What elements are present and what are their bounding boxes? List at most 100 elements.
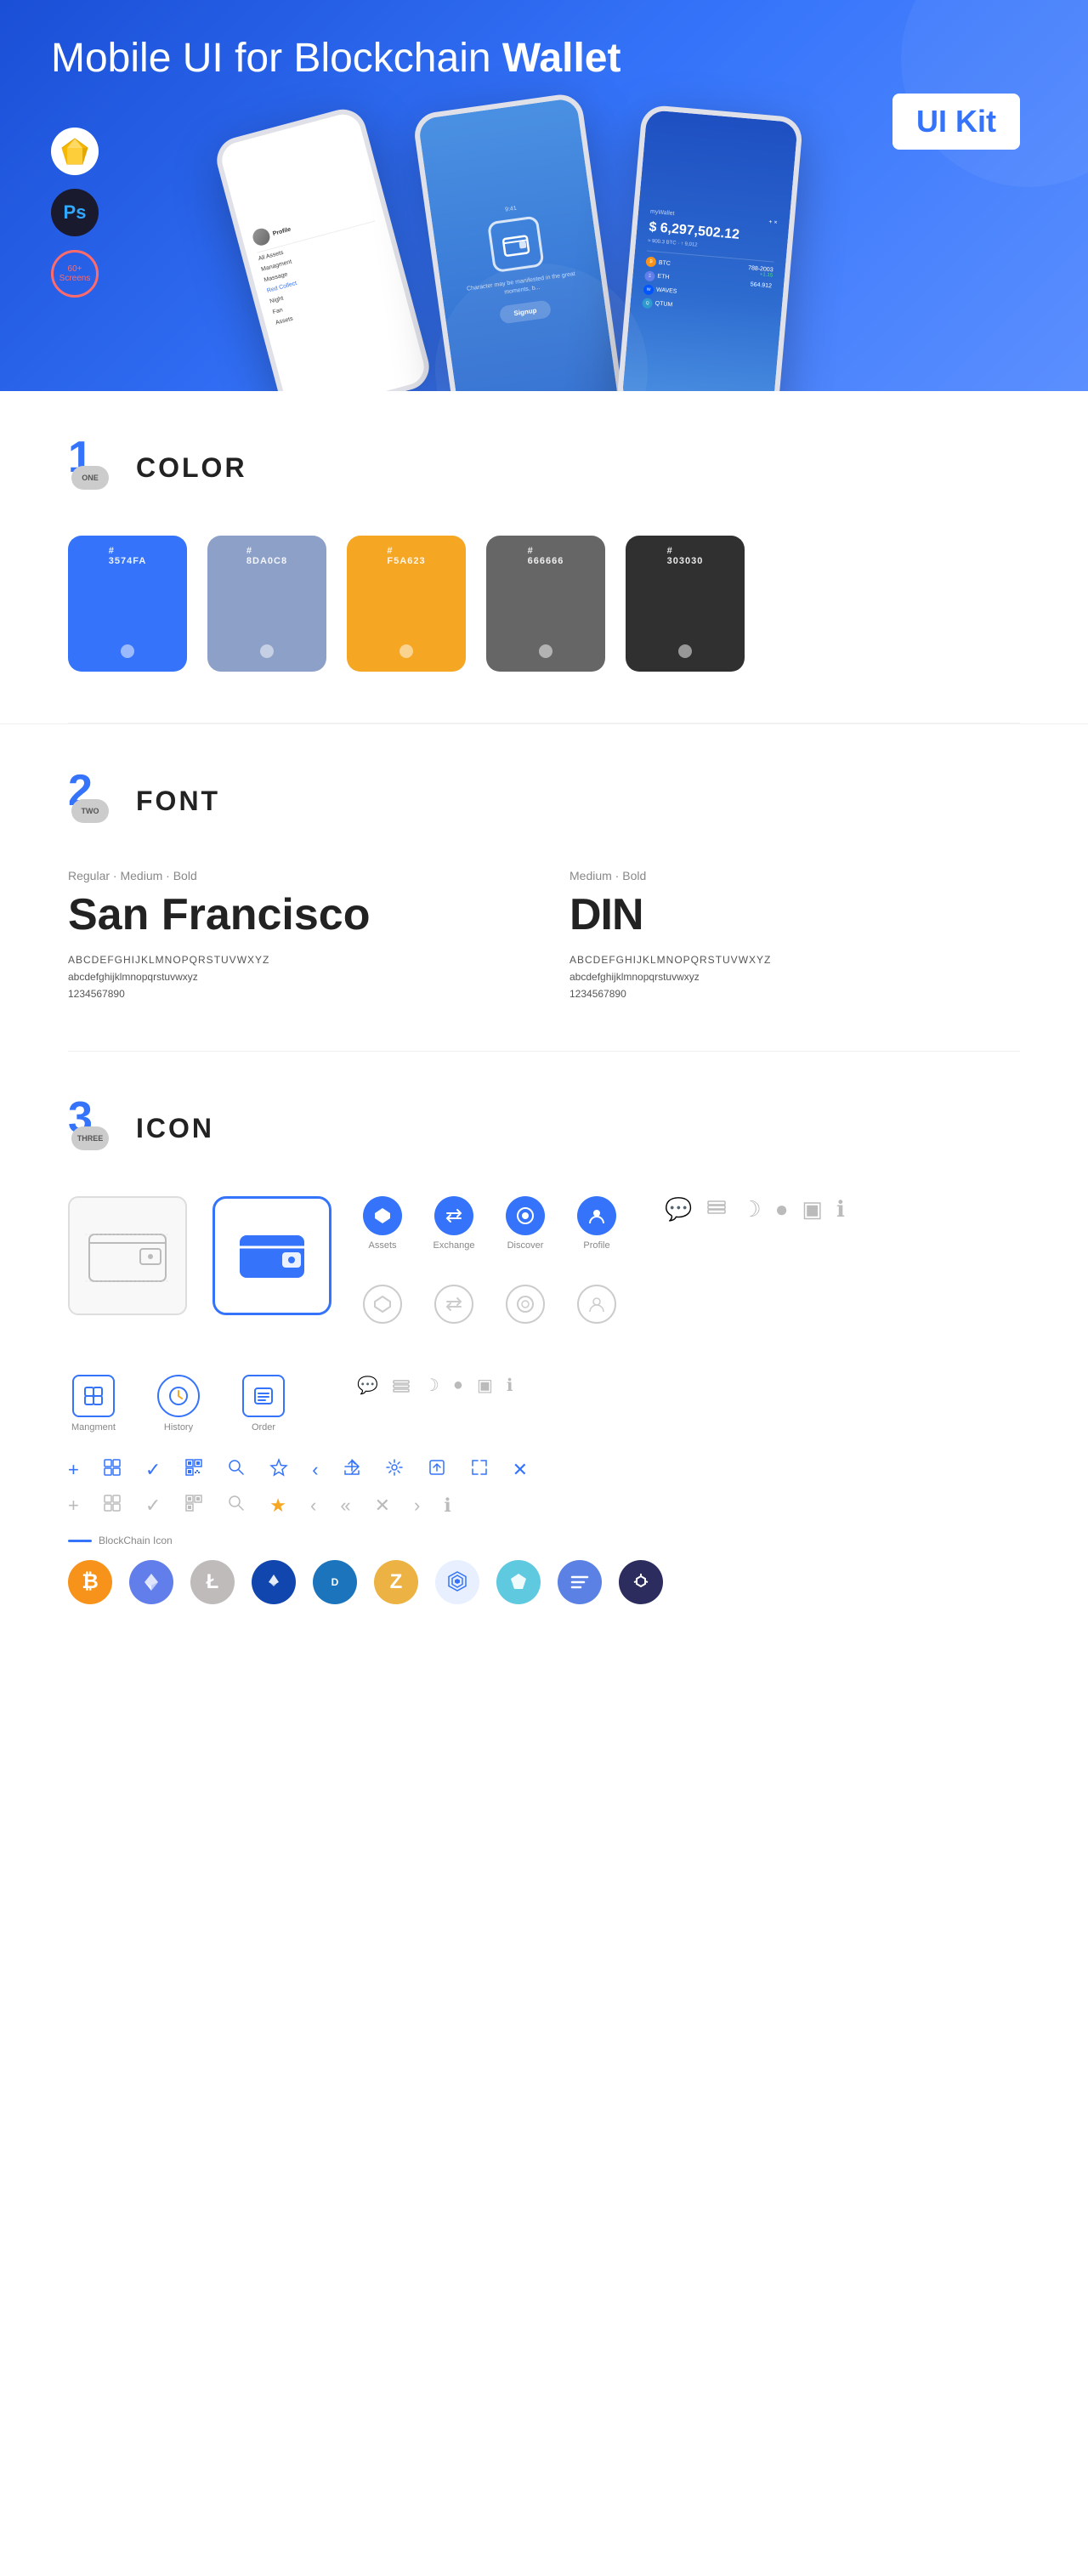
color-swatches: #3574FA #8DA0C8 #F5A623 #666666 #303030: [68, 536, 1020, 672]
icon-profile: Profile: [571, 1196, 622, 1251]
icon-colored-wallet: [212, 1196, 332, 1315]
hero-section: Mobile UI for Blockchain Wallet UI Kit P…: [0, 0, 1088, 391]
exchange-outline-icon: [434, 1285, 473, 1324]
blockchain-line: [68, 1540, 92, 1542]
discover-icon: [506, 1196, 545, 1235]
box-gray-icon: ▣: [477, 1375, 493, 1396]
icon-order: Order: [238, 1375, 289, 1433]
icon-history: History: [153, 1375, 204, 1433]
chat-icon: 💬: [665, 1196, 692, 1224]
icon-section: 3 THREE ICON: [0, 1052, 1088, 1655]
moon-gray-icon: ☽: [424, 1375, 439, 1396]
share-gray-icon: «: [340, 1495, 350, 1517]
color-swatch-orange: #F5A623: [347, 536, 466, 672]
hero-badges: Ps 60+ Screens: [51, 128, 99, 298]
color-section-title: COLOR: [136, 452, 247, 484]
small-icons-gray-row: + ✓ ★ ‹: [68, 1494, 1020, 1518]
icon-section-number: 3 THREE: [68, 1103, 119, 1154]
grid-icon: [103, 1458, 122, 1482]
color-swatch-grey-blue: #8DA0C8: [207, 536, 326, 672]
dash-icon: D: [313, 1560, 357, 1604]
eth-icon: [129, 1560, 173, 1604]
font-din: Medium · Bold DIN ABCDEFGHIJKLMNOPQRSTUV…: [570, 869, 1020, 1000]
comment-icon: ▣: [802, 1196, 823, 1224]
order-icon: [242, 1375, 285, 1417]
font-section-number: 2 TWO: [68, 775, 119, 826]
upload-icon: [428, 1458, 446, 1482]
font-section-title: FONT: [136, 786, 220, 817]
nav-icons-outline-row: [357, 1285, 622, 1324]
misc-icons-row1: 💬 ☽ ● ▣ ℹ: [665, 1196, 845, 1224]
check-gray-icon: ✓: [145, 1495, 161, 1517]
color-swatch-grey: #666666: [486, 536, 605, 672]
icon-section-title: ICON: [136, 1113, 214, 1144]
circle-icon: ●: [775, 1196, 789, 1224]
x-gray-icon: ✕: [375, 1495, 390, 1517]
history-icon: [157, 1375, 200, 1417]
sketch-badge: [51, 128, 99, 175]
icon-assets: Assets: [357, 1196, 408, 1251]
small-icons-colored-row: + ✓: [68, 1458, 1020, 1482]
extra-icons-row: 💬 ☽ ● ▣ ℹ: [323, 1375, 513, 1396]
icon-wireframe: [68, 1196, 187, 1315]
share-icon: [343, 1458, 361, 1482]
back-gray-icon: ‹: [310, 1495, 316, 1517]
info2-gray-icon: ℹ: [444, 1495, 450, 1517]
management-icon: [72, 1375, 115, 1417]
font-grid: Regular · Medium · Bold San Francisco AB…: [68, 869, 1020, 1000]
dot-gray-icon: ●: [453, 1376, 463, 1395]
expand-icon: [470, 1458, 489, 1482]
profile-outline-icon: [577, 1285, 616, 1324]
icon-profile-outline: [571, 1285, 622, 1324]
nav-icons-group: Assets Exchange: [357, 1196, 622, 1341]
icon-management: Mangment: [68, 1375, 119, 1433]
mgmt-icons-row: Mangment History Order 💬: [68, 1375, 1020, 1433]
qr-icon: [184, 1458, 203, 1482]
color-section-header: 1 ONE COLOR: [68, 442, 1020, 493]
discover-outline-icon: [506, 1285, 545, 1324]
zcash-icon: Z: [374, 1560, 418, 1604]
photoshop-badge: Ps: [51, 189, 99, 236]
forward-gray-icon: ›: [414, 1495, 420, 1517]
add-gray-icon: +: [68, 1495, 79, 1517]
font-sf: Regular · Medium · Bold San Francisco AB…: [68, 869, 518, 1000]
add-icon: +: [68, 1459, 79, 1481]
color-section: 1 ONE COLOR #3574FA #8DA0C8 #F5A623 #666…: [0, 391, 1088, 723]
icon-exchange: Exchange: [428, 1196, 479, 1251]
font-section: 2 TWO FONT Regular · Medium · Bold San F…: [0, 723, 1088, 1051]
icon-section-header: 3 THREE ICON: [68, 1103, 1020, 1154]
moon-icon: ☽: [741, 1196, 761, 1224]
phone-left: Profile All Assets Managment Massage Red…: [212, 104, 434, 391]
icon-discover-outline: [500, 1285, 551, 1324]
icon-exchange-outline: [428, 1285, 479, 1324]
screens-badge: 60+ Screens: [51, 250, 99, 298]
check-icon: ✓: [145, 1459, 161, 1481]
grid-gray-icon: [103, 1494, 122, 1518]
profile-icon: [577, 1196, 616, 1235]
qr-gray-icon: [184, 1494, 203, 1518]
assets-outline-icon: [363, 1285, 402, 1324]
back-icon: ‹: [312, 1459, 318, 1481]
chat-gray-icon: 💬: [357, 1375, 378, 1396]
btc-icon: ₿: [68, 1560, 112, 1604]
icon-discover: Discover: [500, 1196, 551, 1251]
exchange-icon: [434, 1196, 473, 1235]
star-icon: [269, 1458, 288, 1482]
crypto-icons-row: ₿ Ł D Z: [68, 1560, 1020, 1604]
color-section-number: 1 ONE: [68, 442, 119, 493]
icon-main-row: Assets Exchange: [68, 1196, 1020, 1341]
info-gray-icon: ℹ: [507, 1375, 513, 1396]
search-gray-icon: [227, 1494, 246, 1518]
font-section-header: 2 TWO FONT: [68, 775, 1020, 826]
icon-assets-outline: [357, 1285, 408, 1324]
close-icon: ✕: [513, 1459, 528, 1481]
iota-icon: [435, 1560, 479, 1604]
waves-icon: [252, 1560, 296, 1604]
star-filled-icon: ★: [269, 1495, 286, 1517]
svg-text:D: D: [332, 1576, 339, 1588]
color-swatch-dark: #303030: [626, 536, 745, 672]
ltc-icon: Ł: [190, 1560, 235, 1604]
misc-icons-group: 💬 ☽ ● ▣ ℹ: [648, 1196, 845, 1224]
lisk-icon: [496, 1560, 541, 1604]
stack-icon: [706, 1196, 728, 1224]
